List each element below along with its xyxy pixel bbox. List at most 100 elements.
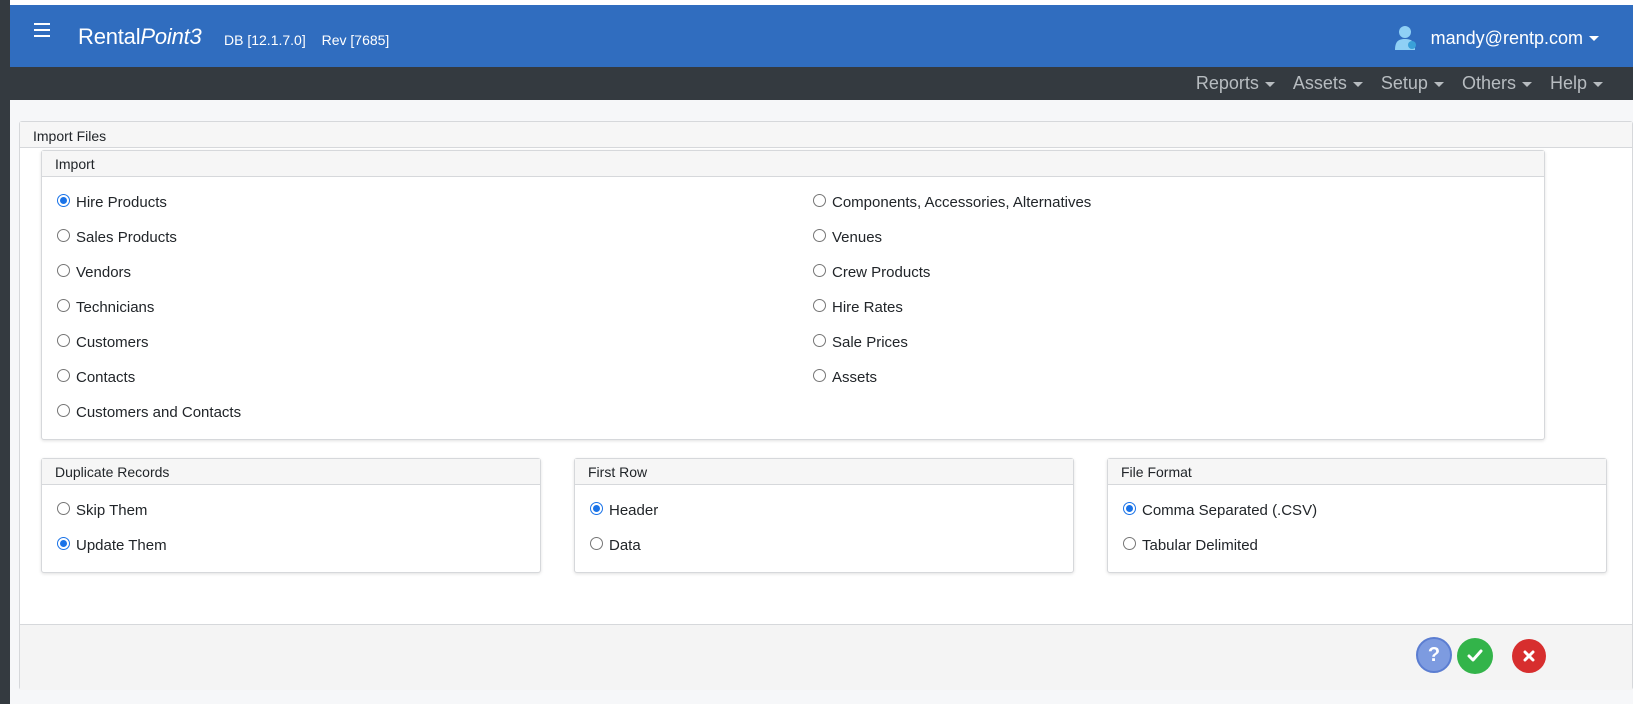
nav-others-label: Others [1461,73,1516,93]
radio-button[interactable] [813,194,826,207]
option-label: Skip Them [76,502,148,519]
import-option-sales-products[interactable]: Sales Products [57,229,177,246]
db-version: DB [12.1.7.0] [224,32,306,48]
radio-button[interactable] [1123,502,1136,515]
import-panel-title: Import [42,151,1544,177]
check-icon [1467,649,1483,662]
option-label: Comma Separated (.CSV) [1142,502,1318,519]
radio-button[interactable] [57,537,70,550]
import-option-contacts[interactable]: Contacts [57,369,135,386]
page-title: Import Files [20,122,1632,148]
file-format-panel: File Format Comma Separated (.CSV) Tabul… [1107,458,1607,573]
radio-button[interactable] [813,299,826,312]
radio-button[interactable] [590,502,603,515]
radio-button[interactable] [57,194,70,207]
file-format-title: File Format [1108,459,1606,485]
radio-button[interactable] [813,229,826,242]
import-option-hire-rates[interactable]: Hire Rates [813,299,903,316]
chevron-down-icon [1589,35,1599,41]
duplicate-records-title: Duplicate Records [42,459,540,485]
first-row-title: First Row [575,459,1073,485]
file-format-option-tabular[interactable]: Tabular Delimited [1123,537,1258,554]
revision: Rev [7685] [321,32,390,48]
nav-assets-label: Assets [1292,73,1347,93]
import-option-crew-products[interactable]: Crew Products [813,264,930,281]
import-option-hire-products[interactable]: Hire Products [57,194,167,211]
nav-setup[interactable]: Setup [1381,73,1444,94]
import-option-components[interactable]: Components, Accessories, Alternatives [813,194,1091,211]
radio-button[interactable] [590,537,603,550]
duplicate-records-panel: Duplicate Records Skip Them Update Them [41,458,541,573]
radio-button[interactable] [57,502,70,515]
nav-help[interactable]: Help [1550,73,1603,94]
user-icon [1394,26,1416,50]
option-label: Components, Accessories, Alternatives [832,194,1092,211]
nav-setup-label: Setup [1380,73,1428,93]
radio-button[interactable] [813,369,826,382]
import-option-technicians[interactable]: Technicians [57,299,154,316]
brand-name: Rental [78,24,141,49]
option-label: Venues [832,229,883,246]
option-label: Vendors [76,264,132,281]
user-menu[interactable]: mandy@rentp.com [1394,25,1599,51]
cancel-button[interactable] [1512,639,1546,673]
import-option-vendors[interactable]: Vendors [57,264,131,281]
option-label: Customers and Contacts [76,404,242,421]
option-label: Header [609,502,659,519]
import-option-venues[interactable]: Venues [813,229,882,246]
option-label: Assets [832,369,878,386]
help-button[interactable]: ? [1416,637,1452,673]
card-footer: ? [20,624,1632,690]
import-option-customers-and-contacts[interactable]: Customers and Contacts [57,404,241,421]
radio-button[interactable] [57,334,70,347]
question-icon: ? [1427,643,1441,666]
nav-reports[interactable]: Reports [1196,73,1275,94]
import-option-assets[interactable]: Assets [813,369,877,386]
nav-menu: Reports Assets Setup Others Help [1178,73,1603,94]
chevron-down-icon [1593,81,1603,87]
radio-button[interactable] [813,334,826,347]
radio-button[interactable] [57,229,70,242]
import-panel: Import Hire Products Sales Products Vend… [41,150,1545,440]
option-label: Contacts [76,369,136,386]
db-info: DB [12.1.7.0] Rev [7685] [224,32,401,48]
nav-help-label: Help [1549,73,1587,93]
confirm-button[interactable] [1457,638,1493,674]
import-option-sale-prices[interactable]: Sale Prices [813,334,908,351]
radio-button[interactable] [57,404,70,417]
chevron-down-icon [1352,81,1363,87]
option-label: Tabular Delimited [1142,537,1258,554]
chevron-down-icon [1521,81,1532,87]
duplicate-option-update[interactable]: Update Them [57,537,167,554]
radio-button[interactable] [1123,537,1136,550]
import-option-customers[interactable]: Customers [57,334,149,351]
main-navbar: Reports Assets Setup Others Help [10,67,1633,100]
option-label: Update Them [76,537,167,554]
option-label: Hire Rates [832,299,903,316]
chevron-down-icon [1264,81,1275,87]
duplicate-option-skip[interactable]: Skip Them [57,502,147,519]
chevron-down-icon [1433,81,1444,87]
radio-button[interactable] [57,299,70,312]
import-files-card: Import Files Import Hire Products Sales … [19,121,1633,690]
radio-button[interactable] [57,264,70,277]
first-row-panel: First Row Header Data [574,458,1074,573]
radio-button[interactable] [57,369,70,382]
option-label: Crew Products [832,264,931,281]
hamburger-menu-icon[interactable] [34,23,52,39]
brand-name-italic: Point3 [140,24,202,49]
radio-button[interactable] [813,264,826,277]
option-label: Sales Products [76,229,177,246]
nav-others[interactable]: Others [1462,73,1532,94]
file-format-option-csv[interactable]: Comma Separated (.CSV) [1123,502,1317,519]
option-label: Hire Products [76,194,167,211]
first-row-option-header[interactable]: Header [590,502,658,519]
first-row-option-data[interactable]: Data [590,537,641,554]
app-brand[interactable]: RentalPoint3 [78,24,202,50]
user-email: mandy@rentp.com [1430,27,1583,48]
nav-reports-label: Reports [1195,73,1259,93]
option-label: Sale Prices [832,334,908,351]
close-icon [1523,650,1535,662]
nav-assets[interactable]: Assets [1293,73,1363,94]
option-label: Customers [76,334,149,351]
